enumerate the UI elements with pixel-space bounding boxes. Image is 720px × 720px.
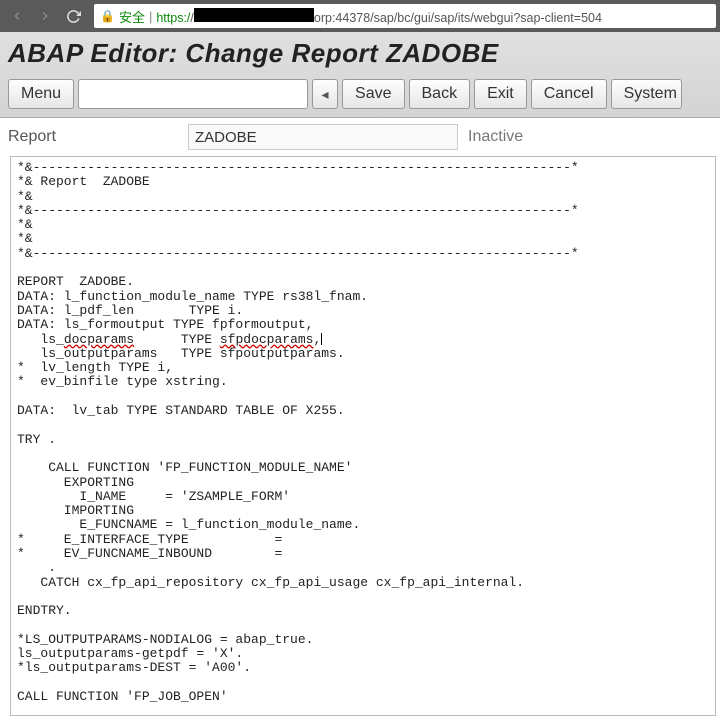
text-cursor bbox=[321, 333, 322, 345]
save-button[interactable]: Save bbox=[342, 79, 404, 109]
sap-header: ABAP Editor: Change Report ZADOBE Menu ◂… bbox=[0, 32, 720, 118]
command-input[interactable] bbox=[78, 79, 308, 109]
status-label: Inactive bbox=[468, 128, 523, 146]
report-info-row: Report ZADOBE Inactive bbox=[0, 118, 720, 154]
menu-button[interactable]: Menu bbox=[8, 79, 74, 109]
back-button[interactable]: Back bbox=[409, 79, 471, 109]
lock-icon: 🔒 bbox=[100, 9, 115, 23]
report-name-field[interactable]: ZADOBE bbox=[188, 124, 458, 150]
toolbar: Menu ◂ Save Back Exit Cancel System bbox=[8, 79, 712, 109]
nav-back-button[interactable] bbox=[4, 3, 30, 29]
error-underline: sfpdocparams bbox=[220, 332, 314, 347]
dropdown-button[interactable]: ◂ bbox=[312, 79, 338, 109]
secure-label: 安全 bbox=[119, 7, 145, 26]
report-label: Report bbox=[8, 128, 188, 146]
system-button[interactable]: System bbox=[611, 79, 682, 109]
nav-forward-button[interactable] bbox=[32, 3, 58, 29]
url-text: https://orp:44378/sap/bc/gui/sap/its/web… bbox=[156, 8, 602, 25]
reload-button[interactable] bbox=[60, 3, 86, 29]
browser-toolbar: 🔒 安全 | https://orp:44378/sap/bc/gui/sap/… bbox=[0, 0, 720, 32]
code-editor[interactable]: *&--------------------------------------… bbox=[10, 156, 716, 716]
address-bar[interactable]: 🔒 安全 | https://orp:44378/sap/bc/gui/sap/… bbox=[94, 4, 716, 28]
page-title: ABAP Editor: Change Report ZADOBE bbox=[8, 38, 712, 69]
cancel-button[interactable]: Cancel bbox=[531, 79, 607, 109]
error-underline: docparams bbox=[64, 332, 134, 347]
exit-button[interactable]: Exit bbox=[474, 79, 527, 109]
